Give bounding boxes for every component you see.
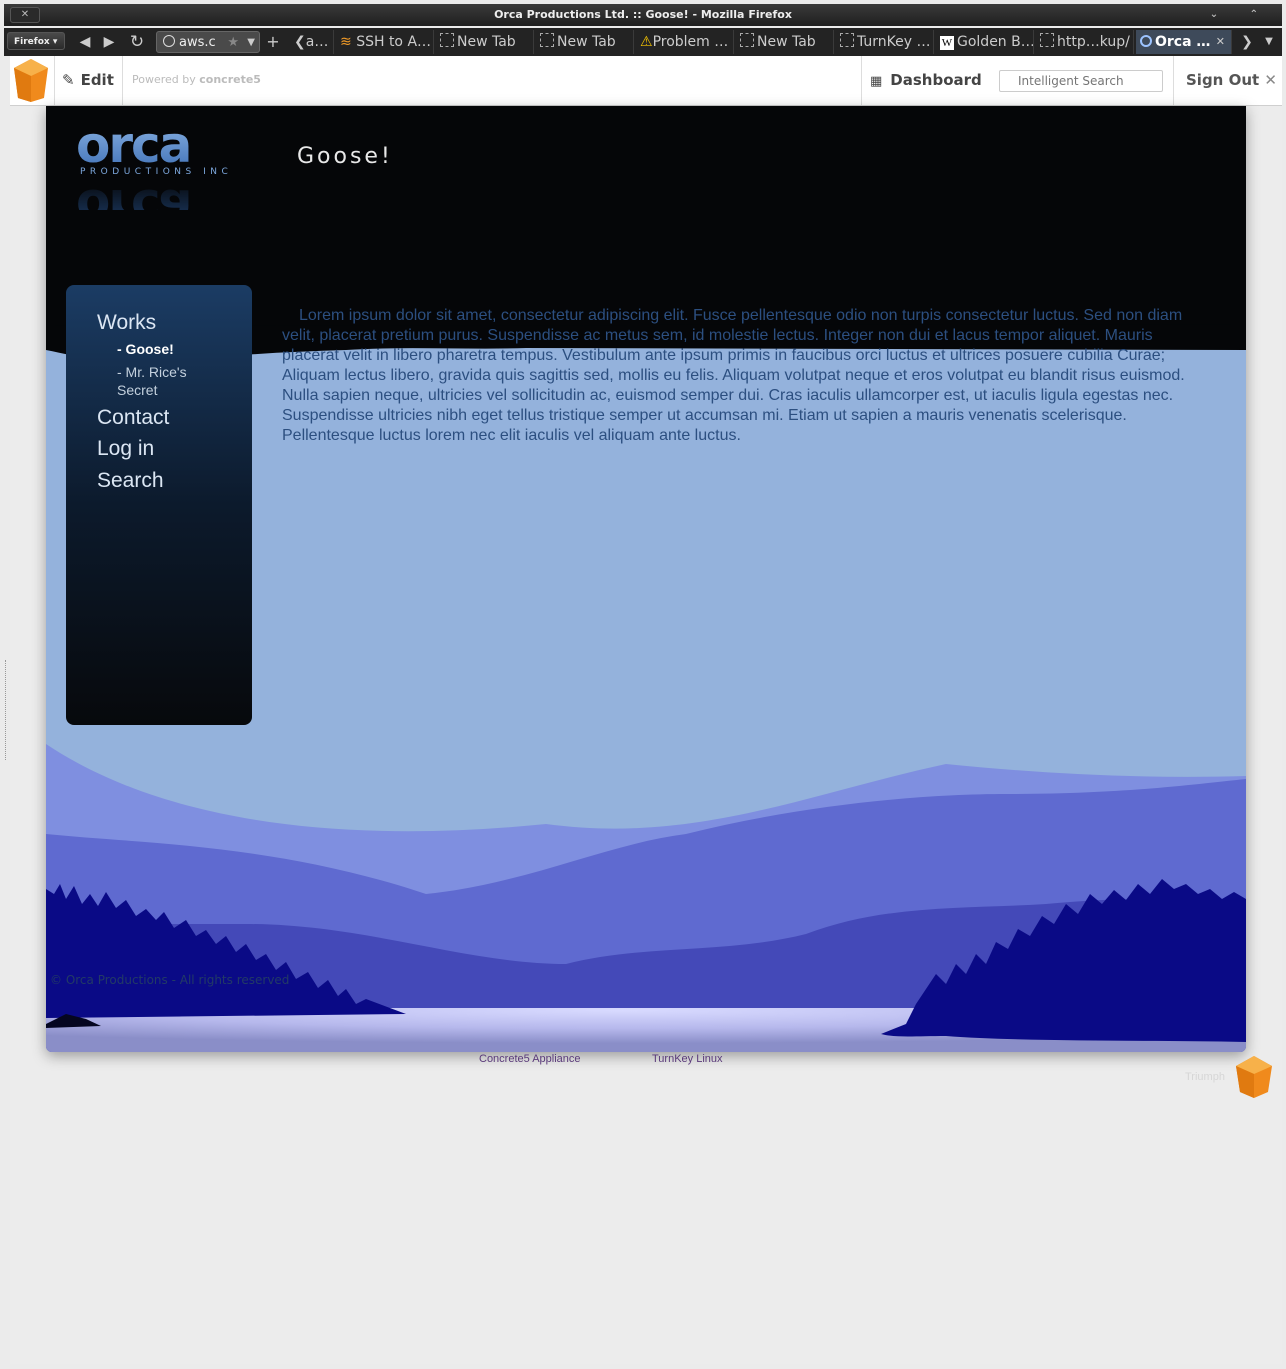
- orca-logo[interactable]: orca PRODUCTIONS INC orca: [74, 120, 246, 210]
- tab-scroll-left-icon[interactable]: ❮: [294, 34, 306, 50]
- dashboard-label: Dashboard: [890, 71, 982, 89]
- url-bar[interactable]: aws.c ★ ▼: [156, 31, 260, 53]
- back-icon[interactable]: ◀: [74, 31, 96, 53]
- turnkey-linux-link[interactable]: TurnKey Linux: [652, 1053, 723, 1065]
- browser-tab-bar: Firefox ▾ ◀ ▶ ↻ aws.c ★ ▼ + ❮a… ≋ SSH to…: [4, 28, 1282, 56]
- nav-item-contact[interactable]: Contact: [97, 406, 169, 430]
- tab-2[interactable]: New Tab: [436, 30, 534, 54]
- blank-page-icon: [1040, 33, 1054, 47]
- concrete5-appliance-link[interactable]: Concrete5 Appliance: [479, 1053, 581, 1065]
- tab-5[interactable]: New Tab: [736, 30, 834, 54]
- tab-label: New Tab: [457, 34, 516, 50]
- tab-active[interactable]: Orca … ✕: [1136, 30, 1232, 54]
- close-icon: ✕: [1264, 71, 1277, 89]
- url-dropdown-icon[interactable]: ▼: [247, 32, 255, 52]
- powered-by: Powered by concrete5: [132, 56, 261, 105]
- stackoverflow-icon: ≋: [340, 34, 352, 50]
- dashboard-button[interactable]: ▦ Dashboard: [861, 56, 990, 105]
- browser-window: ✕ Orca Productions Ltd. :: Goose! - Mozi…: [0, 0, 1286, 1369]
- sign-out-button[interactable]: Sign Out ✕: [1173, 56, 1283, 105]
- tab-label: SSH to A…: [356, 34, 432, 50]
- reload-icon[interactable]: ↻: [126, 31, 148, 53]
- warning-icon: ⚠: [640, 34, 653, 50]
- tab-4[interactable]: ⚠Problem …: [636, 30, 734, 54]
- tab-1[interactable]: ≋ SSH to A…: [336, 30, 434, 54]
- nav-item-works[interactable]: Works: [97, 311, 156, 335]
- url-text: aws.c: [179, 35, 216, 50]
- tab-label: http…kup/: [1057, 34, 1130, 50]
- blank-page-icon: [440, 33, 454, 47]
- concrete5-logo[interactable]: [10, 56, 55, 105]
- logo-reflection: orca: [76, 178, 190, 210]
- page-title: Goose!: [297, 144, 393, 169]
- window-resize-handle[interactable]: [5, 660, 8, 760]
- sidebar-nav: Works - Goose! - Mr. Rice's Secret Conta…: [66, 285, 252, 725]
- tab-label: New Tab: [557, 34, 616, 50]
- forward-icon[interactable]: ▶: [98, 31, 120, 53]
- orca-favicon: [1140, 35, 1152, 47]
- blank-page-icon: [840, 33, 854, 47]
- concrete5-cube-icon: [14, 59, 48, 102]
- edit-label: Edit: [80, 71, 114, 89]
- nav-item-search[interactable]: Search: [97, 469, 164, 493]
- triumph-watermark: Triumph: [1185, 1071, 1225, 1083]
- tab-6[interactable]: TurnKey …: [836, 30, 934, 54]
- wikipedia-icon: W: [940, 36, 954, 50]
- concrete5-toolbar: ✎Edit Powered by concrete5 ▦Dashboard ⚲ …: [10, 56, 1282, 106]
- tab-8[interactable]: http…kup/: [1036, 30, 1134, 54]
- window-titlebar: ✕ Orca Productions Ltd. :: Goose! - Mozi…: [4, 4, 1282, 26]
- powered-by-brand[interactable]: concrete5: [199, 73, 261, 86]
- nav-item-log-in[interactable]: Log in: [97, 437, 154, 461]
- window-title: Orca Productions Ltd. :: Goose! - Mozill…: [494, 8, 792, 21]
- new-tab-icon[interactable]: +: [262, 31, 284, 53]
- intelligent-search-input[interactable]: [999, 70, 1163, 92]
- tab-label: Golden B…: [957, 34, 1034, 50]
- window-controls[interactable]: ⌄ ⌃: [1210, 4, 1272, 26]
- tab-label: Problem …: [652, 34, 729, 50]
- tab-label: Orca …: [1155, 34, 1211, 50]
- bookmark-star-icon[interactable]: ★: [227, 32, 239, 52]
- logo-wordmark: orca: [76, 120, 190, 174]
- tab-label: New Tab: [757, 34, 816, 50]
- tab-3[interactable]: New Tab: [536, 30, 634, 54]
- nav-sub-goose[interactable]: - Goose!: [117, 340, 174, 358]
- sign-out-label: Sign Out: [1186, 71, 1260, 89]
- blank-page-icon: [540, 33, 554, 47]
- all-tabs-icon[interactable]: ▼: [1258, 31, 1280, 53]
- site-identity-icon[interactable]: [163, 35, 175, 47]
- site-container: orca PRODUCTIONS INC orca Goose! Works -…: [46, 106, 1246, 1052]
- main-content: Lorem ipsum dolor sit amet, consectetur …: [282, 307, 1185, 444]
- dashboard-grid-icon: ▦: [870, 74, 883, 89]
- edit-button[interactable]: ✎ Edit: [58, 56, 123, 105]
- powered-by-prefix: Powered by: [132, 73, 200, 86]
- tab-close-icon[interactable]: ✕: [1216, 30, 1225, 54]
- window-close-button[interactable]: ✕: [10, 7, 40, 23]
- blank-page-icon: [740, 33, 754, 47]
- tab-label: a…: [305, 34, 329, 50]
- copyright-text: © Orca Productions - All rights reserved: [50, 973, 290, 987]
- nav-sub-mr-rices-secret[interactable]: - Mr. Rice's Secret: [117, 363, 217, 399]
- tab-scroll-right-icon[interactable]: ❯: [1236, 31, 1258, 53]
- pencil-icon: ✎: [62, 71, 75, 89]
- tab-7[interactable]: W Golden B…: [936, 30, 1034, 54]
- tab-label: TurnKey …: [857, 34, 931, 50]
- turnkey-logo-icon[interactable]: [1234, 1054, 1274, 1100]
- firefox-menu-button[interactable]: Firefox ▾: [7, 32, 65, 50]
- tab-0[interactable]: ❮a…: [290, 30, 334, 54]
- logo-subtitle: PRODUCTIONS INC: [80, 167, 232, 177]
